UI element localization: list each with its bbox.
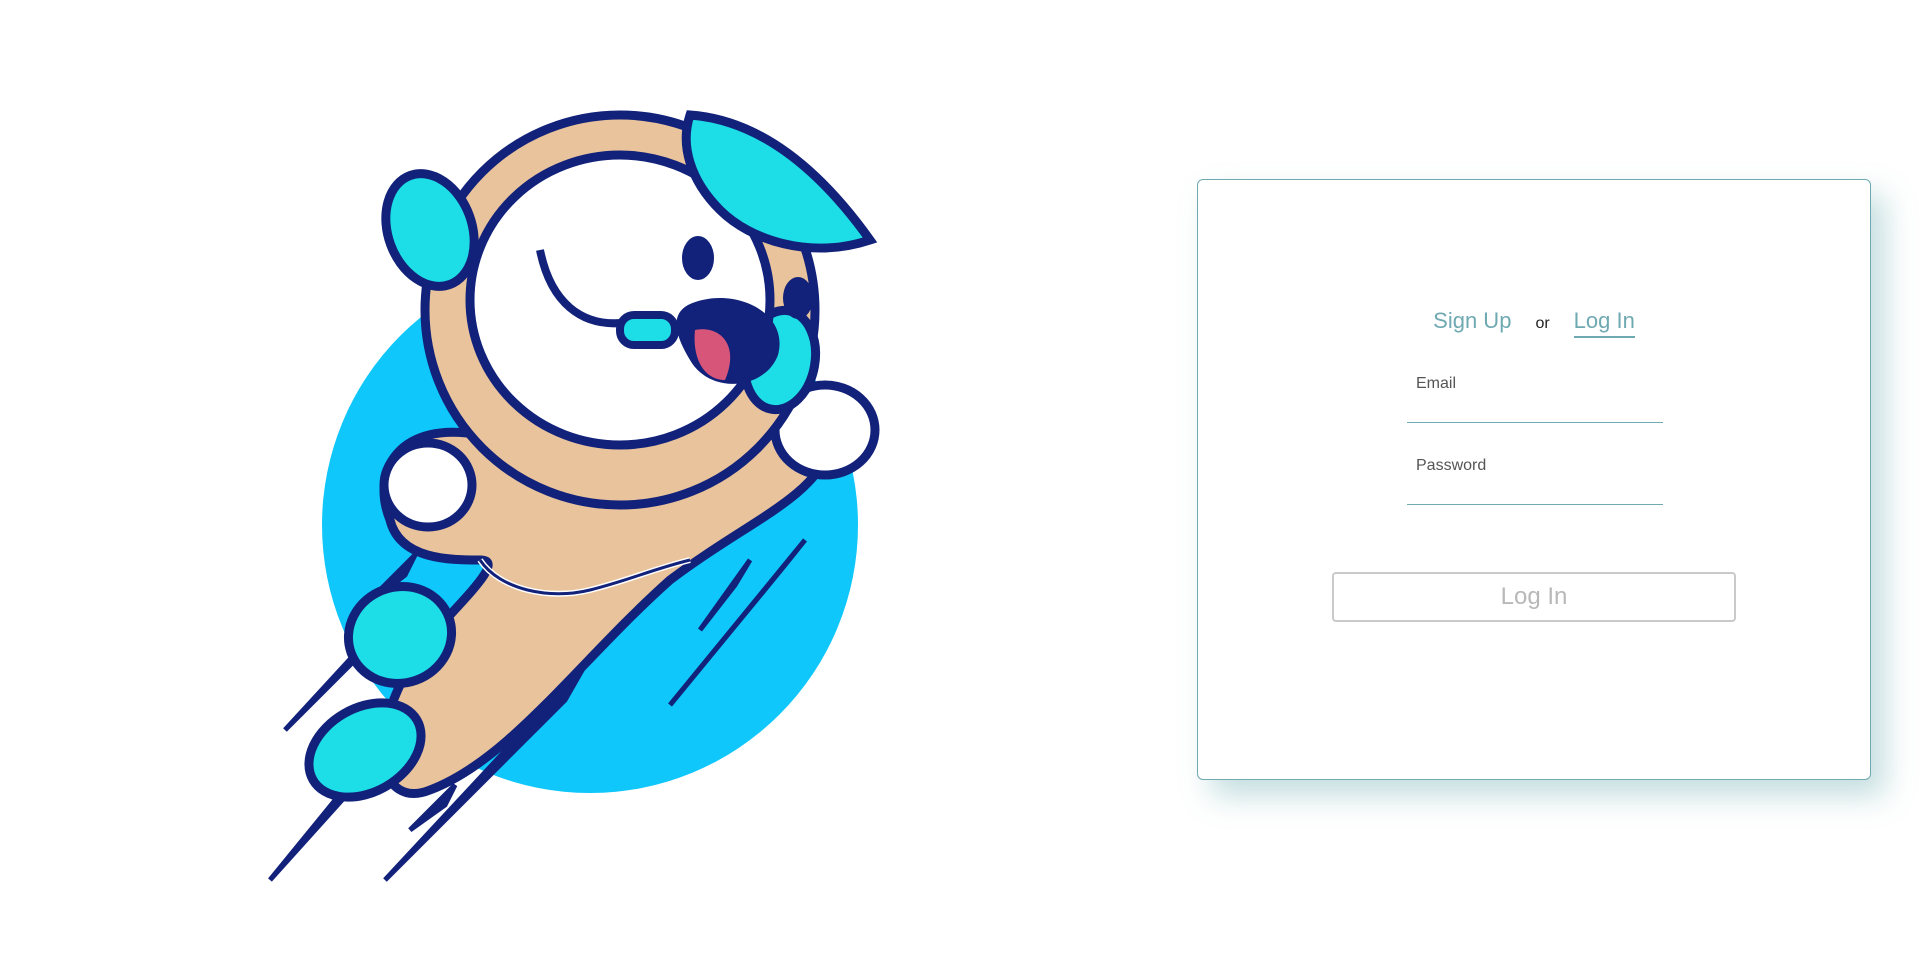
auth-card: Sign Up or Log In Email Password Log In	[1197, 179, 1871, 780]
email-label: Email	[1416, 375, 1457, 392]
or-separator: or	[1535, 315, 1550, 332]
tab-log-in[interactable]: Log In	[1573, 308, 1635, 338]
login-page: Sign Up or Log In Email Password Log In	[0, 0, 1918, 961]
astronaut-mascot-icon	[268, 110, 880, 882]
email-field-group: Email	[1407, 375, 1663, 423]
astronaut-illustration	[250, 90, 970, 900]
email-field[interactable]	[1407, 393, 1663, 423]
tab-sign-up[interactable]: Sign Up	[1433, 308, 1511, 338]
auth-mode-switch: Sign Up or Log In	[1198, 308, 1870, 338]
password-field-group: Password	[1407, 457, 1663, 505]
password-field[interactable]	[1407, 475, 1663, 505]
password-label: Password	[1416, 457, 1487, 474]
log-in-button[interactable]: Log In	[1332, 572, 1736, 622]
